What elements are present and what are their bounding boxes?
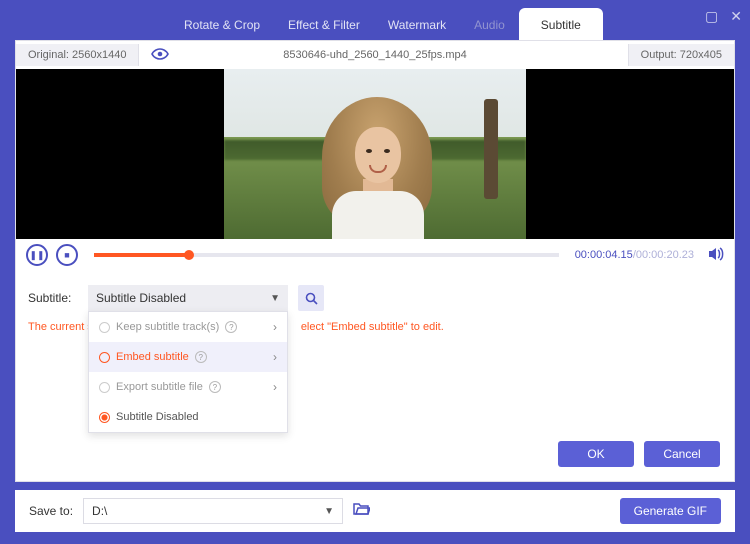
time-current: 00:00:04.15 — [575, 249, 633, 261]
save-to-label: Save to: — [29, 504, 73, 518]
generate-gif-button[interactable]: Generate GIF — [620, 498, 721, 524]
tab-audio[interactable]: Audio — [460, 8, 519, 40]
stop-button[interactable]: ■ — [56, 244, 78, 266]
save-path-dropdown[interactable]: D:\ ▼ — [83, 498, 343, 524]
search-subtitle-button[interactable] — [298, 285, 324, 311]
save-bar: Save to: D:\ ▼ Generate GIF — [15, 490, 735, 532]
subtitle-option-export[interactable]: Export subtitle file ? › — [89, 372, 287, 402]
preview-eye-icon[interactable] — [151, 47, 169, 64]
subtitle-selected-value: Subtitle Disabled — [96, 291, 186, 305]
help-icon[interactable]: ? — [225, 321, 237, 333]
chevron-down-icon: ▼ — [324, 506, 334, 517]
chevron-right-icon: › — [273, 350, 277, 364]
dialog-footer: OK Cancel — [16, 431, 734, 481]
volume-icon[interactable] — [708, 247, 724, 264]
info-bar: Original: 2560x1440 8530646-uhd_2560_144… — [16, 41, 734, 69]
subtitle-option-disabled[interactable]: Subtitle Disabled — [89, 402, 287, 432]
filename-label: 8530646-uhd_2560_1440_25fps.mp4 — [283, 49, 467, 61]
radio-icon — [99, 382, 110, 393]
cancel-button[interactable]: Cancel — [644, 441, 720, 467]
radio-icon — [99, 412, 110, 423]
video-preview — [16, 69, 734, 239]
seek-thumb[interactable] — [184, 250, 194, 260]
playback-controls: ❚❚ ■ 00:00:04.15/00:00:20.23 — [16, 239, 734, 271]
help-icon[interactable]: ? — [195, 351, 207, 363]
close-button[interactable]: ✕ — [730, 8, 742, 25]
tab-watermark[interactable]: Watermark — [374, 8, 460, 40]
chevron-right-icon: › — [273, 320, 277, 334]
video-frame — [224, 69, 526, 239]
chevron-down-icon: ▼ — [270, 293, 280, 304]
subtitle-option-keep[interactable]: Keep subtitle track(s) ? › — [89, 312, 287, 342]
browse-folder-button[interactable] — [353, 502, 370, 520]
subtitle-dropdown-menu: Keep subtitle track(s) ? › Embed subtitl… — [88, 311, 288, 433]
ok-button[interactable]: OK — [558, 441, 634, 467]
tab-rotate-crop[interactable]: Rotate & Crop — [170, 8, 274, 40]
save-path-value: D:\ — [92, 504, 107, 518]
radio-icon — [99, 352, 110, 363]
output-resolution: Output: 720x405 — [628, 44, 734, 66]
help-icon[interactable]: ? — [209, 381, 221, 393]
minimize-button[interactable]: ▢ — [705, 8, 718, 25]
pause-button[interactable]: ❚❚ — [26, 244, 48, 266]
tab-subtitle[interactable]: Subtitle — [519, 8, 603, 40]
time-display: 00:00:04.15/00:00:20.23 — [575, 249, 694, 261]
subtitle-label: Subtitle: — [28, 291, 78, 305]
seek-bar[interactable] — [94, 253, 559, 257]
editor-panel: Original: 2560x1440 8530646-uhd_2560_144… — [15, 40, 735, 482]
time-duration: 00:00:20.23 — [636, 249, 694, 261]
tab-effect-filter[interactable]: Effect & Filter — [274, 8, 374, 40]
subtitle-dropdown[interactable]: Subtitle Disabled ▼ — [88, 285, 288, 311]
subtitle-section: Subtitle: Subtitle Disabled ▼ The curren… — [16, 271, 734, 431]
original-resolution: Original: 2560x1440 — [16, 44, 139, 66]
radio-icon — [99, 322, 110, 333]
chevron-right-icon: › — [273, 380, 277, 394]
title-bar: Rotate & Crop Effect & Filter Watermark … — [0, 0, 750, 40]
subtitle-option-embed[interactable]: Embed subtitle ? › — [89, 342, 287, 372]
